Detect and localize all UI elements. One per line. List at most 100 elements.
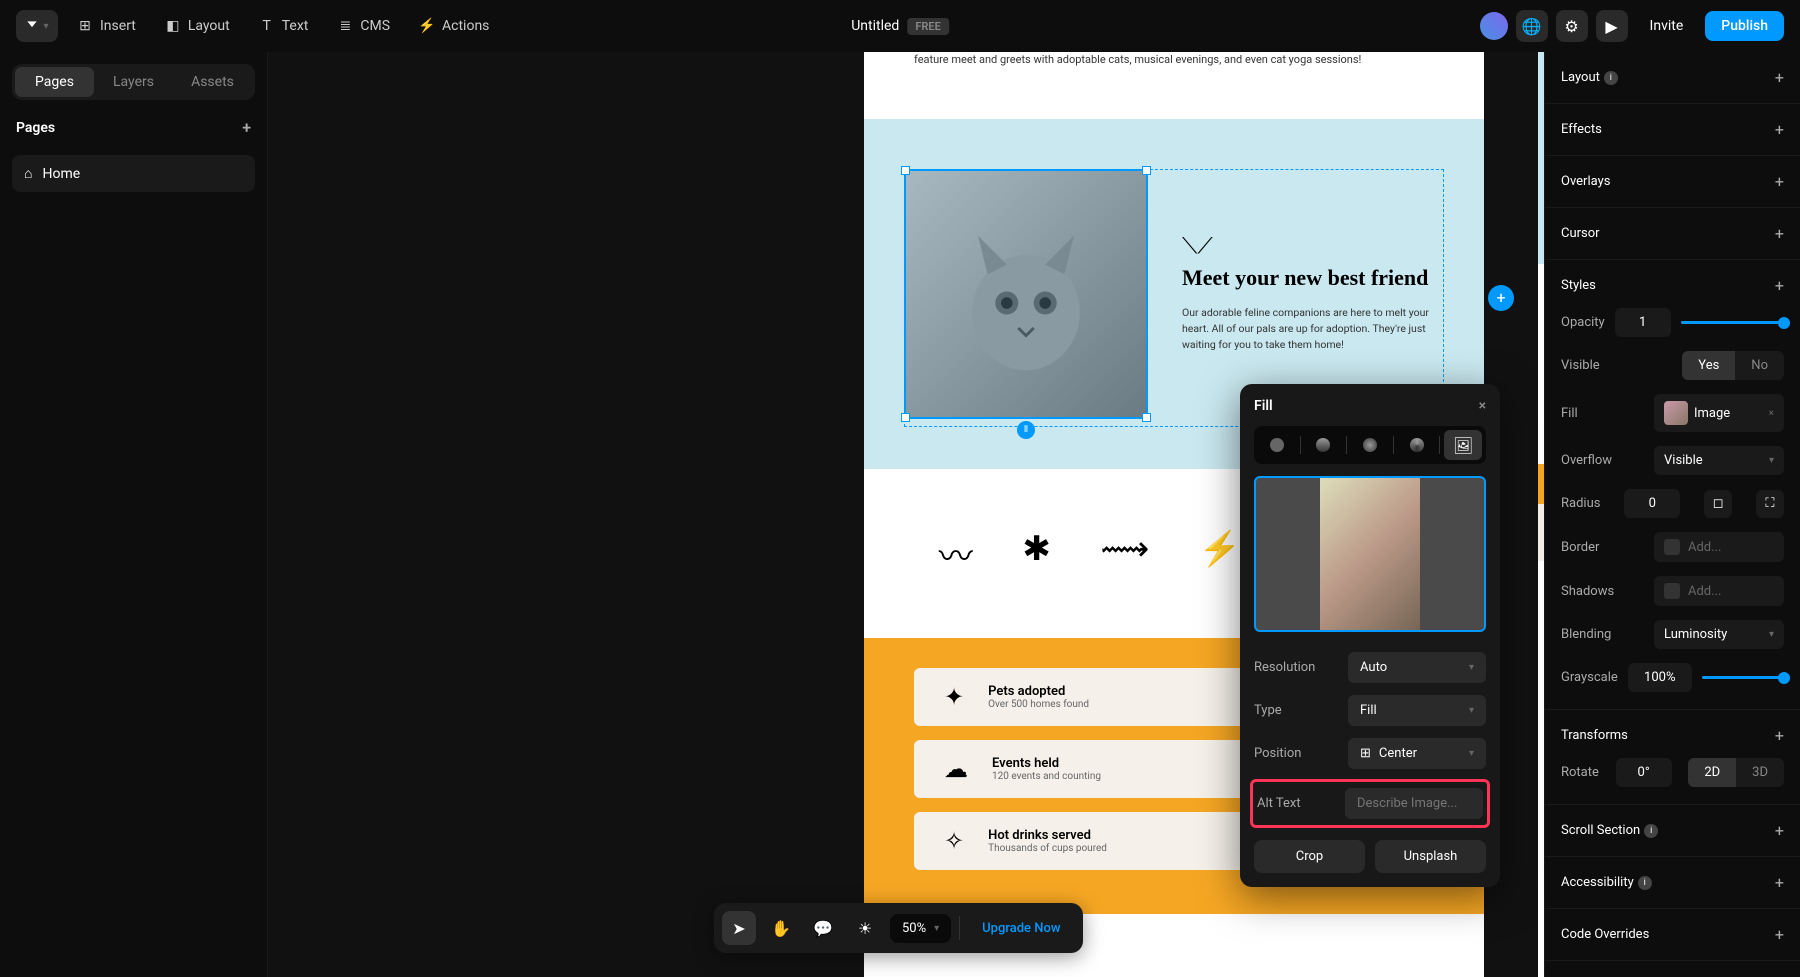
blending-select[interactable]: Luminosity▾ [1654, 620, 1784, 649]
layout-button[interactable]: ◧Layout [154, 11, 240, 41]
opacity-slider[interactable] [1681, 321, 1784, 324]
fill-popup: Fill × 🖼 Resolution Auto▾ Type Fill▾ Pos… [1240, 384, 1500, 887]
invite-button[interactable]: Invite [1636, 11, 1698, 41]
resize-handle-bl[interactable] [901, 413, 910, 422]
avatar[interactable] [1480, 12, 1508, 40]
type-select[interactable]: Fill▾ [1348, 695, 1486, 726]
add-cursor-button[interactable]: + [1775, 224, 1784, 243]
crop-button[interactable]: Crop [1254, 840, 1365, 873]
solid-icon [1270, 438, 1284, 452]
stack-indicator[interactable]: ⦀ [1017, 421, 1035, 439]
add-page-button[interactable]: + [242, 118, 251, 137]
preview-ready-text: Ready for purrfec [1538, 504, 1544, 561]
border-add[interactable]: Add... [1654, 532, 1784, 562]
add-styles-button[interactable]: + [1775, 276, 1784, 295]
accessibility-section[interactable]: Accessibility [1561, 875, 1634, 890]
theme-tool[interactable]: ☀ [848, 911, 882, 945]
overlays-section[interactable]: Overlays [1561, 174, 1610, 189]
comment-tool[interactable]: 💬 [806, 911, 840, 945]
upgrade-button[interactable]: Upgrade Now [968, 913, 1074, 944]
shadows-add[interactable]: Add... [1654, 576, 1784, 606]
scroll-section[interactable]: Scroll Section [1561, 823, 1640, 838]
code-section[interactable]: Code Overrides [1561, 927, 1649, 942]
radial-icon [1363, 438, 1377, 452]
rotate-3d[interactable]: 3D [1736, 758, 1784, 787]
fill-preview[interactable] [1254, 476, 1486, 632]
page-title[interactable]: Untitled [851, 18, 899, 34]
fill-radial-button[interactable] [1351, 430, 1389, 460]
properties-panel: Layouti+ Effects+ Overlays+ Cursor+ Styl… [1544, 52, 1800, 977]
cursor-section[interactable]: Cursor [1561, 226, 1600, 241]
info-icon[interactable]: i [1604, 71, 1618, 85]
styles-section[interactable]: Styles [1561, 278, 1596, 293]
add-effects-button[interactable]: + [1775, 120, 1784, 139]
conic-icon [1410, 438, 1424, 452]
add-accessibility-button[interactable]: + [1775, 873, 1784, 892]
radius-expand-button[interactable]: ⛶ [1756, 490, 1784, 518]
visible-yes[interactable]: Yes [1682, 351, 1735, 380]
zoom-select[interactable]: 50%▾ [890, 914, 951, 943]
overflow-select[interactable]: Visible▾ [1654, 446, 1784, 475]
add-layout-button[interactable]: + [1775, 68, 1784, 87]
close-popup-button[interactable]: × [1479, 398, 1486, 414]
add-code-button[interactable]: + [1775, 925, 1784, 944]
layout-section[interactable]: Layout [1561, 70, 1600, 85]
page-home[interactable]: ⌂ Home [12, 155, 255, 192]
page-home-label: Home [42, 166, 80, 182]
opacity-input[interactable] [1615, 308, 1671, 337]
bottom-toolbar: ➤ ✋ 💬 ☀ 50%▾ Upgrade Now [714, 903, 1083, 953]
comment-icon: 💬 [813, 919, 833, 938]
resize-handle-br[interactable] [1142, 413, 1151, 422]
insert-button[interactable]: ⊞Insert [66, 11, 146, 41]
visible-no[interactable]: No [1735, 351, 1784, 380]
fill-linear-button[interactable] [1305, 430, 1343, 460]
rotate-2d[interactable]: 2D [1688, 758, 1736, 787]
globe-button[interactable]: 🌐 [1516, 10, 1548, 42]
fill-solid-button[interactable] [1258, 430, 1296, 460]
radius-corners-button[interactable]: ◻ [1704, 490, 1732, 518]
close-icon[interactable]: × [1769, 408, 1774, 419]
plan-badge: FREE [907, 18, 948, 35]
hand-icon: ✋ [771, 919, 791, 938]
cms-button[interactable]: ≣CMS [326, 11, 400, 41]
resolution-select[interactable]: Auto▾ [1348, 652, 1486, 683]
add-scroll-button[interactable]: + [1775, 821, 1784, 840]
add-transforms-button[interactable]: + [1775, 726, 1784, 745]
fill-conic-button[interactable] [1398, 430, 1436, 460]
chevron-down-icon: ▾ [43, 21, 48, 32]
tab-layers[interactable]: Layers [94, 67, 173, 97]
fill-image-button[interactable]: 🖼 [1444, 430, 1482, 460]
preview-frame[interactable]: Meet best Our adorable to melt for adc t… [1538, 52, 1544, 977]
actions-button[interactable]: ⚡Actions [408, 11, 499, 41]
info-icon[interactable]: i [1638, 876, 1652, 890]
rotate-input[interactable] [1616, 758, 1672, 787]
position-select[interactable]: ⊞Center▾ [1348, 738, 1486, 769]
resize-handle-tl[interactable] [901, 166, 910, 175]
transforms-section[interactable]: Transforms [1561, 728, 1628, 743]
resolution-label: Resolution [1254, 660, 1315, 675]
info-icon[interactable]: i [1644, 824, 1658, 838]
selected-image[interactable]: ⦀ [904, 169, 1148, 419]
play-button[interactable]: ▶ [1596, 10, 1628, 42]
resize-handle-tr[interactable] [1142, 166, 1151, 175]
grayscale-slider[interactable] [1702, 676, 1784, 679]
add-element-button[interactable]: + [1488, 285, 1514, 311]
text-icon: T [258, 17, 276, 35]
alt-text-input[interactable] [1345, 788, 1483, 819]
text-button[interactable]: TText [248, 11, 319, 41]
unsplash-button[interactable]: Unsplash [1375, 840, 1486, 873]
fill-select[interactable]: Image× [1654, 394, 1784, 432]
effects-section[interactable]: Effects [1561, 122, 1602, 137]
publish-button[interactable]: Publish [1705, 11, 1784, 41]
radius-input[interactable] [1624, 489, 1680, 518]
add-overlays-button[interactable]: + [1775, 172, 1784, 191]
app-menu-button[interactable]: ▾ [16, 10, 58, 42]
hand-tool[interactable]: ✋ [764, 911, 798, 945]
pointer-tool[interactable]: ➤ [722, 911, 756, 945]
tab-pages[interactable]: Pages [15, 67, 94, 97]
chevron-down-icon: ▾ [1769, 629, 1774, 640]
grayscale-input[interactable] [1628, 663, 1692, 692]
settings-button[interactable]: ⚙ [1556, 10, 1588, 42]
tab-assets[interactable]: Assets [173, 67, 252, 97]
stat-sub: 120 events and counting [992, 771, 1101, 782]
